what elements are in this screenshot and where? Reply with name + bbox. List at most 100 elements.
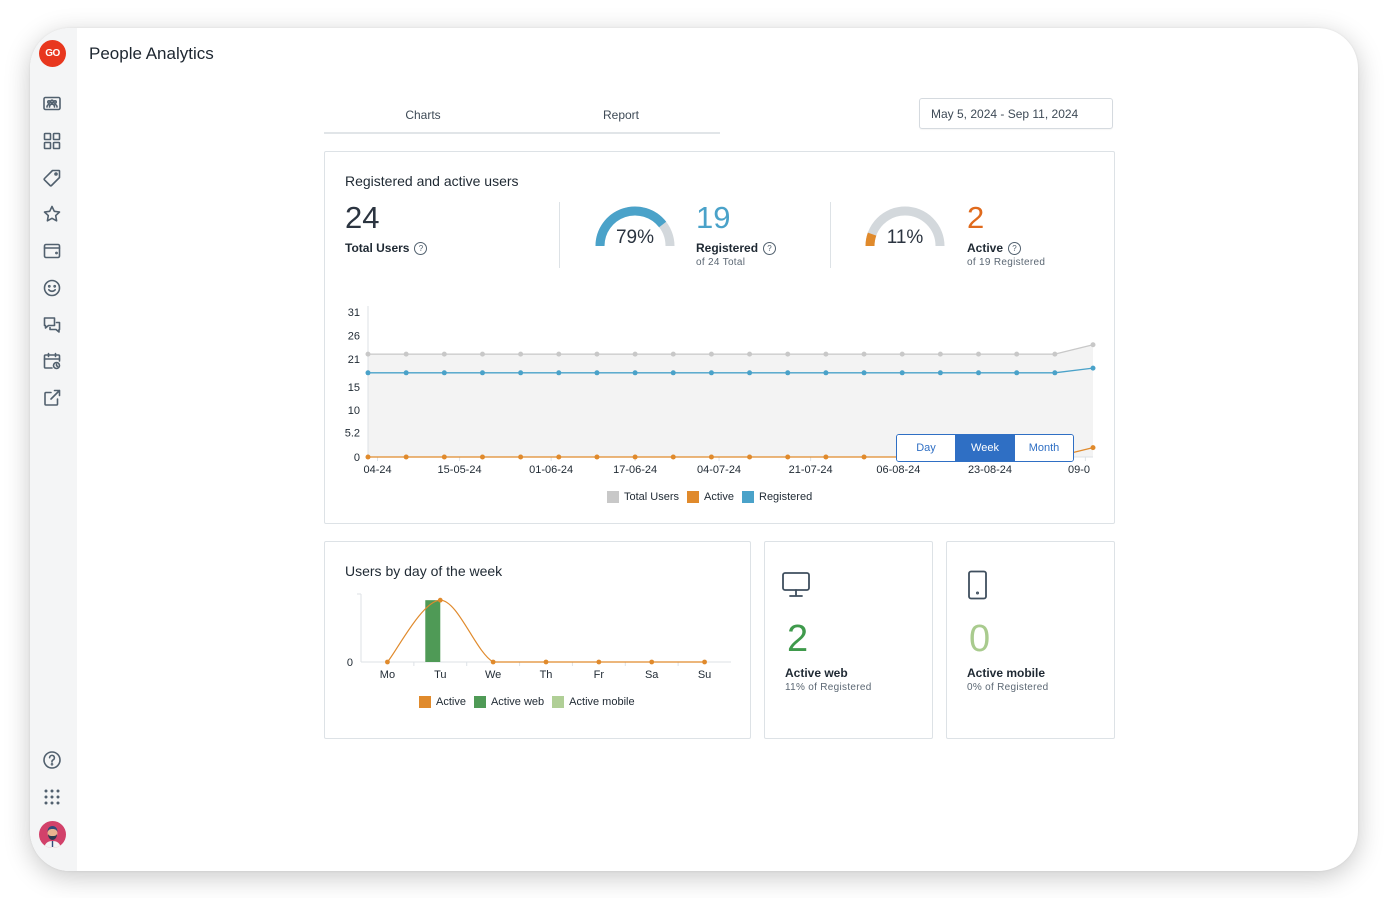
y-tick-label: 5.2	[345, 428, 360, 440]
active-point	[490, 659, 496, 665]
active-point	[441, 454, 447, 460]
legend-registered[interactable]: Registered	[742, 491, 812, 503]
active-point	[670, 454, 676, 460]
registered-point	[899, 370, 905, 376]
active-web-label: Active web	[785, 666, 848, 680]
tag-icon[interactable]	[42, 168, 62, 188]
team-icon[interactable]	[42, 94, 62, 114]
x-tick-label: We	[485, 669, 501, 681]
page-title: People Analytics	[89, 44, 214, 63]
registered-point	[823, 370, 829, 376]
active-mobile-sub: 0% of Registered	[967, 682, 1049, 693]
weekday-chart: 0 Mo Tu We Th Fr Sa Su	[347, 593, 731, 681]
active-web-value: 2	[787, 618, 809, 660]
x-tick-label: Th	[540, 669, 553, 681]
active-mobile-value: 0	[969, 618, 991, 660]
registered-point	[1014, 370, 1020, 376]
wallet-icon[interactable]	[42, 241, 62, 261]
active-percent: 11%	[886, 227, 924, 248]
grid-icon[interactable]	[42, 131, 62, 151]
registered-point	[861, 370, 867, 376]
card-title: Registered and active users	[345, 173, 519, 189]
y-tick-label: 26	[348, 330, 360, 342]
legend-swatch	[552, 696, 565, 708]
active-value: 2	[967, 200, 985, 235]
weekday-chart-legend: Active Active web Active mobile	[419, 696, 635, 708]
legend-label: Active web	[490, 696, 545, 708]
y-tick-label: 15	[348, 382, 360, 394]
y-tick-label: 10	[348, 405, 360, 417]
registered-point	[976, 370, 982, 376]
help-icon[interactable]: ?	[414, 241, 428, 255]
help-icon[interactable]	[42, 750, 62, 770]
total-users-line	[368, 344, 1094, 355]
active-point	[543, 659, 549, 665]
registered-point	[785, 370, 791, 376]
tab-report[interactable]: Report	[522, 102, 720, 132]
granularity-day[interactable]: Day	[897, 435, 955, 461]
y-tick-label: 0	[354, 452, 360, 464]
star-icon[interactable]	[42, 204, 62, 224]
tab-charts[interactable]: Charts	[324, 102, 522, 132]
help-icon[interactable]: ?	[763, 241, 777, 255]
calendar-clock-icon[interactable]	[42, 351, 62, 371]
active-point	[556, 454, 562, 460]
total-users-value: 24	[345, 200, 380, 235]
mobile-phone-icon	[963, 570, 993, 605]
y-tick-label: 21	[348, 354, 360, 366]
y-tick-label: 31	[348, 307, 360, 319]
total-users-point	[861, 351, 867, 357]
legend-label: Active mobile	[569, 696, 635, 708]
app-window: GO People Analytics Charts Report May 5,…	[30, 28, 1358, 871]
x-tick-label: 04-07-24	[697, 464, 741, 476]
active-mobile-card: 0 Active mobile 0% of Registered	[946, 541, 1115, 739]
granularity-week[interactable]: Week	[955, 435, 1014, 461]
registered-point	[1052, 370, 1058, 376]
external-link-icon[interactable]	[42, 388, 62, 408]
registered-point	[518, 370, 524, 376]
active-point	[785, 454, 791, 460]
active-point	[747, 454, 753, 460]
active-point	[518, 454, 524, 460]
date-range-picker[interactable]: May 5, 2024 - Sep 11, 2024	[919, 98, 1113, 129]
active-point	[385, 659, 390, 665]
total-users-point	[785, 351, 791, 357]
help-icon[interactable]: ?	[1008, 241, 1022, 255]
apps-grid-icon[interactable]	[42, 787, 62, 807]
active-web-card: 2 Active web 11% of Registered	[764, 541, 933, 739]
legend-active-mobile[interactable]: Active mobile	[552, 696, 635, 708]
registered-label-text: Registered	[696, 241, 759, 255]
active-point	[594, 454, 600, 460]
legend-swatch	[473, 696, 486, 708]
active-web-bar	[425, 600, 441, 662]
registered-point	[670, 370, 676, 376]
total-users-point	[518, 351, 524, 357]
registered-point	[632, 370, 638, 376]
avatar[interactable]	[39, 821, 66, 848]
legend-label: Active	[704, 491, 734, 503]
divider	[830, 202, 831, 268]
active-point	[403, 454, 409, 460]
registered-label: Registered ?	[696, 241, 777, 255]
total-users-point	[594, 351, 600, 357]
chat-icon[interactable]	[42, 315, 62, 335]
registered-point	[747, 370, 753, 376]
total-users-point	[479, 351, 485, 357]
legend-active-web[interactable]: Active web	[473, 696, 545, 708]
granularity-month[interactable]: Month	[1014, 435, 1073, 461]
registered-active-card: Registered and active users 24 Total Use…	[324, 151, 1115, 524]
y-tick-label: 0	[347, 657, 353, 669]
legend-active[interactable]: Active	[419, 696, 466, 708]
legend-label: Total Users	[624, 491, 680, 503]
x-tick-label: 15-05-24	[438, 464, 482, 476]
total-users-point	[899, 351, 905, 357]
legend-active[interactable]: Active	[687, 491, 734, 503]
legend-swatch	[687, 491, 700, 503]
smiley-icon[interactable]	[42, 278, 62, 298]
legend-total-users[interactable]: Total Users	[607, 491, 679, 503]
app-logo[interactable]: GO	[39, 40, 66, 67]
x-tick-label: Fr	[594, 669, 605, 681]
active-point	[479, 454, 485, 460]
view-tabs: Charts Report	[324, 102, 720, 134]
total-users-point	[1014, 351, 1020, 357]
